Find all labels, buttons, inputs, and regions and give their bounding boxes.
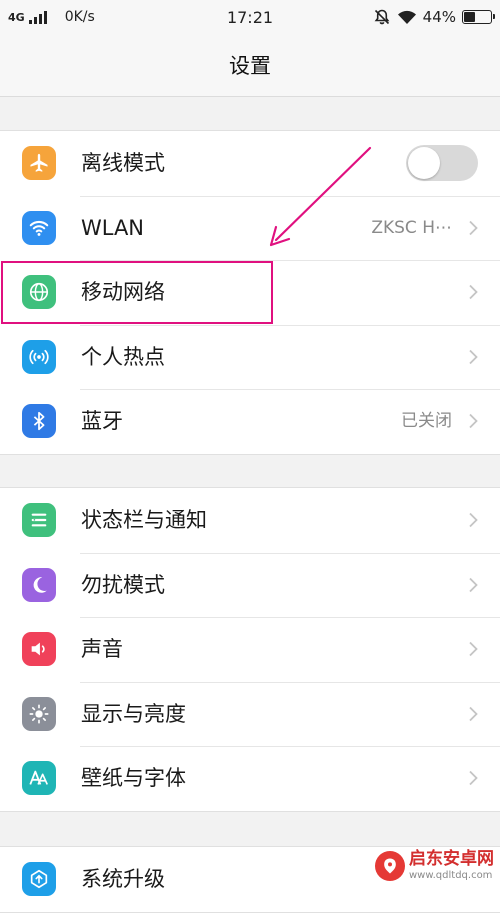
chevron-right-icon: [469, 770, 478, 786]
chevron-right-icon: [469, 577, 478, 592]
status-bar: 4G 0K/s 17:21 44%: [0, 0, 500, 36]
settings-group-device: 状态栏与通知 勿扰模式 声音 显示与亮度 壁纸与字体: [0, 487, 500, 812]
wifi-icon: [22, 210, 56, 245]
font-icon: [22, 761, 56, 795]
setting-label: 壁纸与字体: [81, 766, 186, 790]
chevron-right-icon: [469, 349, 478, 364]
annotation-arrow-icon: [269, 146, 372, 247]
page-title: 设置: [229, 54, 271, 78]
setting-row-sound[interactable]: 声音: [0, 617, 500, 682]
watermark-text: 启东安卓网 www.qdltdq.com: [409, 851, 494, 881]
wifi-status-icon: [397, 10, 416, 24]
notification-icon: [22, 503, 56, 537]
setting-label: 显示与亮度: [81, 701, 186, 726]
hotspot-icon: [22, 339, 56, 374]
setting-label: 蓝牙: [81, 409, 123, 433]
setting-label: 勿扰模式: [81, 572, 165, 597]
brightness-icon: [22, 696, 56, 731]
watermark-logo-icon: [375, 851, 405, 881]
title-bar: 设置: [0, 36, 500, 97]
setting-row-bluetooth[interactable]: 蓝牙 已关闭: [0, 389, 500, 454]
setting-row-hotspot[interactable]: 个人热点: [0, 324, 500, 390]
watermark-title: 启东安卓网: [409, 849, 494, 869]
setting-label: 离线模式: [81, 151, 165, 175]
chevron-right-icon: [469, 706, 478, 721]
toggle-knob: [408, 147, 440, 179]
airplane-icon: [22, 146, 56, 180]
upgrade-icon: [22, 862, 56, 896]
watermark-url: www.qdltdq.com: [409, 870, 493, 881]
bluetooth-icon: [22, 404, 56, 438]
setting-row-status-bar-notifications[interactable]: 状态栏与通知: [0, 488, 500, 553]
battery-percent: 44%: [422, 8, 456, 26]
setting-label: 系统升级: [81, 867, 165, 891]
chevron-right-icon: [469, 512, 478, 528]
chevron-right-icon: [469, 220, 478, 235]
setting-label: 个人热点: [81, 344, 165, 369]
moon-icon: [22, 567, 56, 602]
battery-fill: [464, 12, 475, 22]
mute-bell-icon: [374, 9, 390, 25]
setting-label: WLAN: [81, 215, 145, 240]
battery-icon: [462, 10, 495, 24]
setting-row-wallpaper-font[interactable]: 壁纸与字体: [0, 746, 500, 811]
annotation-highlight-box: [1, 261, 273, 324]
setting-row-do-not-disturb[interactable]: 勿扰模式: [0, 552, 500, 618]
airplane-mode-toggle[interactable]: [406, 145, 478, 181]
setting-label: 状态栏与通知: [81, 508, 207, 532]
setting-row-display-brightness[interactable]: 显示与亮度: [0, 681, 500, 747]
setting-label: 声音: [81, 637, 123, 661]
chevron-right-icon: [469, 641, 478, 657]
speaker-icon: [22, 632, 56, 666]
wlan-network-name: ZKSC H⋯: [371, 217, 452, 238]
chevron-right-icon: [469, 413, 478, 429]
watermark: 启东安卓网 www.qdltdq.com: [375, 846, 494, 886]
status-right: 44%: [373, 8, 495, 26]
setting-row-wlan[interactable]: WLAN ZKSC H⋯: [0, 195, 500, 261]
setting-row-airplane-mode[interactable]: 离线模式: [0, 131, 500, 196]
chevron-right-icon: [469, 284, 478, 300]
bluetooth-status: 已关闭: [401, 411, 452, 431]
